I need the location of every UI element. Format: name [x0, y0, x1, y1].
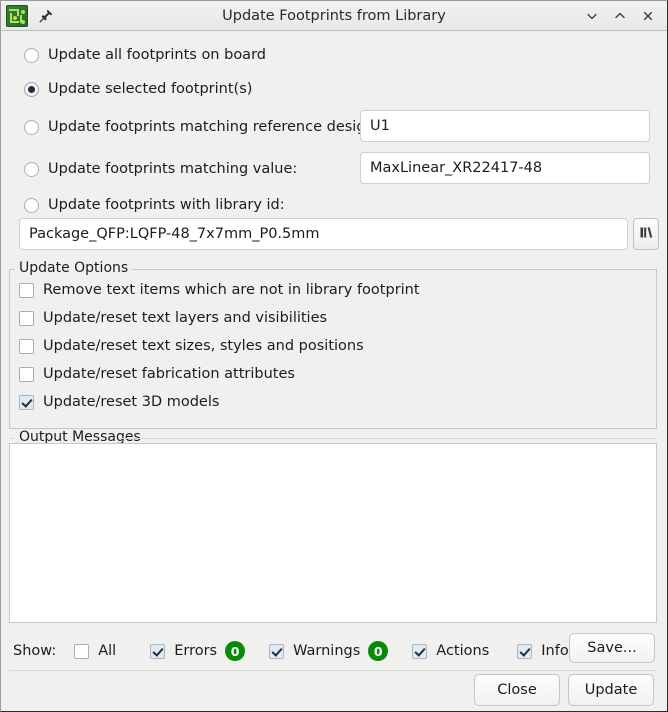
checkbox-label: Warnings [293, 643, 360, 659]
checkbox-label: Errors [174, 643, 217, 659]
checkbox-indicator [19, 395, 34, 410]
checkbox-label: Update/reset 3D models [43, 394, 219, 410]
update-options-legend: Update Options [15, 260, 132, 276]
checkbox-label: Update/reset fabrication attributes [43, 366, 295, 382]
kicad-pcb-icon [6, 5, 28, 27]
checkbox-update-3d-models[interactable]: Update/reset 3D models [19, 394, 219, 410]
checkbox-show-actions[interactable]: Actions [412, 643, 489, 659]
checkbox-label: Actions [436, 643, 489, 659]
warnings-count-badge: 0 [368, 641, 388, 661]
radio-update-with-library-id[interactable]: Update footprints with library id: [24, 197, 285, 213]
close-button[interactable] [635, 4, 661, 28]
update-button[interactable]: Update [568, 674, 654, 706]
maximize-button[interactable] [607, 4, 633, 28]
checkbox-show-all[interactable]: All [74, 643, 116, 659]
checkbox-indicator [150, 644, 165, 659]
checkbox-indicator [19, 311, 34, 326]
show-filter-bar: Show: All Errors 0 Warnings 0 Actions [9, 634, 655, 668]
checkbox-show-warnings[interactable]: Warnings 0 [269, 641, 388, 661]
show-label: Show: [13, 643, 56, 659]
title-bar: Update Footprints from Library [1, 1, 667, 31]
checkbox-indicator [19, 367, 34, 382]
checkbox-label: Update/reset text layers and visibilitie… [43, 310, 327, 326]
radio-label: Update footprints with library id: [48, 197, 285, 213]
checkbox-indicator [19, 283, 34, 298]
radio-update-matching-value[interactable]: Update footprints matching value: [24, 161, 297, 177]
radio-update-selected-footprints[interactable]: Update selected footprint(s) [24, 81, 252, 97]
checkbox-label: Update/reset text sizes, styles and posi… [43, 338, 364, 354]
radio-indicator [24, 120, 39, 135]
checkbox-remove-text-items[interactable]: Remove text items which are not in libra… [19, 282, 420, 298]
minimize-button[interactable] [579, 4, 605, 28]
library-browse-button[interactable] [633, 218, 659, 250]
checkbox-update-text-sizes[interactable]: Update/reset text sizes, styles and posi… [19, 338, 364, 354]
save-button[interactable]: Save... [569, 633, 655, 663]
group-top-border [121, 438, 657, 439]
checkbox-indicator [19, 339, 34, 354]
errors-count-badge: 0 [225, 641, 245, 661]
checkbox-indicator [74, 644, 89, 659]
library-books-icon [639, 225, 654, 244]
radio-indicator [24, 82, 39, 97]
window-controls [579, 1, 661, 31]
checkbox-update-fabrication-attributes[interactable]: Update/reset fabrication attributes [19, 366, 295, 382]
radio-label: Update all footprints on board [48, 47, 266, 63]
radio-indicator [24, 198, 39, 213]
radio-update-all-footprints[interactable]: Update all footprints on board [24, 47, 266, 63]
pin-icon[interactable] [36, 5, 56, 27]
checkbox-indicator [412, 644, 427, 659]
group-top-border-left [9, 438, 13, 439]
radio-label: Update selected footprint(s) [48, 81, 252, 97]
reference-designator-input[interactable] [360, 110, 650, 142]
library-id-input[interactable] [19, 218, 628, 250]
checkbox-label: Remove text items which are not in libra… [43, 282, 420, 298]
close-button-footer[interactable]: Close [474, 674, 560, 706]
radio-indicator [24, 162, 39, 177]
radio-label: Update footprints matching value: [48, 161, 297, 177]
value-input[interactable] [360, 152, 650, 184]
checkbox-indicator [269, 644, 284, 659]
checkbox-show-infos[interactable]: Infos [517, 643, 576, 659]
output-messages-textarea[interactable] [9, 443, 657, 623]
checkbox-update-text-layers[interactable]: Update/reset text layers and visibilitie… [19, 310, 327, 326]
dialog-content: Update all footprints on board Update se… [1, 31, 667, 711]
footer-divider [9, 670, 657, 671]
radio-indicator [24, 48, 39, 63]
checkbox-label: All [98, 643, 116, 659]
checkbox-indicator [517, 644, 532, 659]
dialog-window: Update Footprints from Library Update al… [0, 0, 668, 712]
radio-label: Update footprints matching reference des… [48, 119, 409, 135]
window-title: Update Footprints from Library [1, 8, 667, 24]
radio-update-matching-reference[interactable]: Update footprints matching reference des… [24, 119, 409, 135]
checkbox-show-errors[interactable]: Errors 0 [150, 641, 245, 661]
